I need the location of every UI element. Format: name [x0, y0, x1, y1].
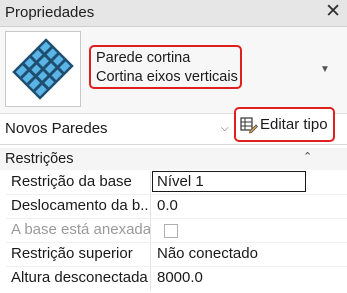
filter-dropdown-arrow-icon[interactable]: ⌵ [221, 123, 229, 134]
type-name-highlight: Parede cortina Cortina eixos verticais [89, 45, 242, 89]
collapse-chevron-icon[interactable]: ⌃ [303, 150, 312, 163]
property-name: A base está anexada [11, 221, 151, 238]
edit-type-label: Editar tipo [260, 116, 328, 133]
edit-type-button[interactable]: Editar tipo [234, 107, 335, 142]
property-name: Altura desconectada [11, 269, 148, 286]
column-divider [150, 171, 151, 195]
property-name: Deslocamento da b... [11, 197, 151, 214]
close-icon[interactable]: ✕ [325, 2, 341, 22]
column-divider [150, 267, 151, 291]
property-value[interactable]: Nível 1 [157, 173, 204, 190]
edit-type-icon [240, 116, 259, 138]
section-title: Restrições [5, 151, 74, 167]
property-value[interactable]: 0.0 [157, 197, 178, 214]
column-divider [150, 219, 151, 243]
instance-filter-dropdown[interactable]: Novos Paredes [5, 120, 108, 137]
curtain-wall-grid-icon [5, 31, 81, 107]
palette-title: Propriedades [5, 4, 95, 21]
property-name: Restrição da base [11, 173, 132, 190]
family-name: Parede cortina [96, 50, 191, 66]
property-row[interactable]: Restrição superior Não conectado [6, 243, 347, 267]
properties-palette: Propriedades ✕ Parede cortina Cortina ei… [0, 0, 347, 293]
property-value[interactable]: Não conectado [157, 245, 258, 262]
column-divider [150, 243, 151, 267]
section-header-constraints[interactable]: Restrições ⌃ [0, 148, 347, 170]
type-name: Cortina eixos verticais [96, 69, 238, 85]
property-value[interactable]: 8000.0 [157, 269, 203, 286]
column-divider [150, 195, 151, 219]
property-name: Restrição superior [11, 245, 133, 262]
palette-titlebar: Propriedades ✕ [0, 0, 347, 27]
type-selector[interactable]: Parede cortina Cortina eixos verticais ▼ [0, 27, 347, 114]
base-attached-checkbox[interactable] [164, 224, 178, 238]
property-row[interactable]: Restrição da base Nível 1 [6, 171, 347, 195]
type-dropdown-arrow-icon[interactable]: ▼ [320, 64, 330, 75]
property-row[interactable]: Altura desconectada 8000.0 [6, 267, 347, 291]
property-row[interactable]: A base está anexada [6, 219, 347, 243]
property-row[interactable]: Deslocamento da b... 0.0 [6, 195, 347, 219]
